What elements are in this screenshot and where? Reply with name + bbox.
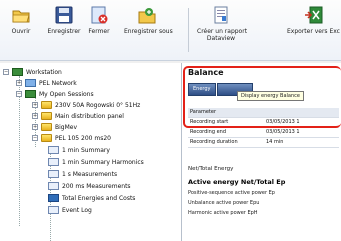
open-folder-icon — [11, 6, 31, 24]
network-icon — [25, 79, 36, 87]
workstation-icon — [12, 68, 23, 76]
log-icon — [48, 206, 59, 214]
table-icon — [48, 170, 59, 178]
folder-icon — [41, 134, 52, 142]
folder-icon — [41, 123, 52, 131]
folder-icon — [41, 112, 52, 120]
sessions-icon — [25, 90, 36, 98]
save-as-button[interactable]: Enregistrer sous — [124, 6, 173, 35]
save-disk-icon — [54, 6, 74, 24]
open-button[interactable]: Ouvrir — [9, 6, 33, 35]
section-label: Net/Total Energy — [188, 166, 234, 172]
export-excel-button[interactable]: Exporter vers Exc — [286, 6, 341, 35]
collapse-icon[interactable]: − — [16, 91, 22, 97]
table-icon — [48, 158, 59, 166]
tree-item[interactable]: 1 min Summary — [48, 145, 110, 155]
collapse-icon[interactable]: − — [32, 135, 38, 141]
expand-icon[interactable]: + — [16, 80, 22, 86]
tree-node-session[interactable]: + BigMev — [32, 122, 77, 132]
collapse-icon[interactable]: − — [3, 69, 9, 75]
session-tree: − Workstation + PEL Network − My Open Se… — [0, 63, 182, 241]
toolbar: Ouvrir Enregistrer Fermer Enregistrer so… — [0, 0, 341, 61]
energy-line: Positive-sequence active power Ep — [188, 190, 275, 196]
table-row: Recording duration 14 min — [188, 138, 339, 148]
tree-item[interactable]: 1 min Summary Harmonics — [48, 157, 144, 167]
energy-icon — [48, 194, 59, 202]
tree-node-pel-network[interactable]: + PEL Network — [16, 78, 77, 88]
tree-node-workstation[interactable]: − Workstation — [3, 67, 62, 77]
report-icon — [211, 6, 231, 24]
save-button[interactable]: Enregistrer — [47, 6, 81, 35]
folder-icon — [41, 101, 52, 109]
tree-node-my-open-sessions[interactable]: − My Open Sessions — [16, 89, 94, 99]
close-document-icon — [89, 6, 109, 24]
tree-node-session[interactable]: + Main distribution panel — [32, 111, 124, 121]
create-report-button[interactable]: Créer un rapport Dataview — [197, 6, 247, 42]
energy-line: Harmonic active power EpH — [188, 210, 258, 216]
tree-node-session[interactable]: + 230V 50A Rogowski 0° 51Hz — [32, 100, 140, 110]
tree-node-session[interactable]: − PEL 105 200 ms20 — [32, 133, 111, 143]
tree-item[interactable]: 200 ms Measurements — [48, 181, 131, 191]
section-heading: Active energy Net/Total Ep — [188, 178, 286, 186]
tree-item[interactable]: Total Energies and Costs — [48, 193, 135, 203]
tree-item[interactable]: Event Log — [48, 205, 92, 215]
close-button[interactable]: Fermer — [87, 6, 111, 35]
tree-item[interactable]: 1 s Measurements — [48, 169, 117, 179]
table-icon — [48, 146, 59, 154]
expand-icon[interactable]: + — [32, 113, 38, 119]
table-row: Recording end 03/05/2013 1 — [188, 128, 339, 138]
highlight-outline — [183, 66, 341, 128]
expand-icon[interactable]: + — [32, 102, 38, 108]
toolbar-separator — [188, 8, 189, 52]
energy-line: Unbalance active power Epu — [188, 200, 260, 206]
save-as-folder-icon — [137, 6, 157, 24]
expand-icon[interactable]: + — [32, 124, 38, 130]
export-excel-icon — [304, 6, 324, 24]
table-icon — [48, 182, 59, 190]
